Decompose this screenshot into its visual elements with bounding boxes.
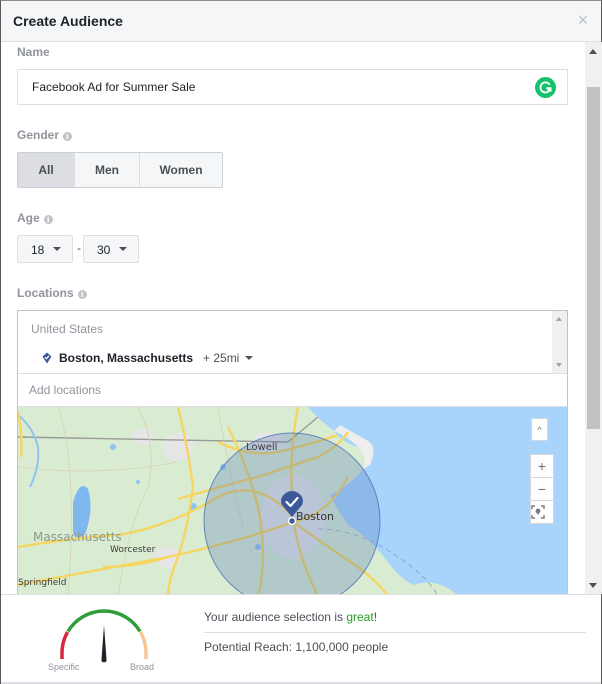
audience-status: Your audience selection is great! <box>204 610 377 624</box>
gender-option-women[interactable]: Women <box>140 153 222 187</box>
gender-label-text: Gender <box>17 128 60 142</box>
chevron-down-icon <box>53 247 61 251</box>
info-icon[interactable]: i <box>63 132 73 141</box>
gauge-broad-segment <box>138 631 148 659</box>
gender-selector: All Men Women <box>17 152 223 188</box>
age-max-select[interactable]: 30 <box>83 235 139 263</box>
gender-option-all[interactable]: All <box>18 153 75 187</box>
dialog-body: Name Genderi All Men Women Agei 18 <box>1 42 585 594</box>
map-label-springfield: Springfield <box>18 578 67 588</box>
gauge-needle <box>101 625 107 663</box>
recenter-icon <box>531 505 545 519</box>
gauge-broad-label: Broad <box>130 662 155 672</box>
chevron-down-icon <box>119 247 127 251</box>
status-word: great <box>346 610 374 624</box>
location-radius-dropdown[interactable]: + 25mi <box>203 351 253 365</box>
create-audience-dialog: Create Audience × Name Genderi All Men W… <box>0 0 602 684</box>
gauge-specific-segment <box>60 631 70 659</box>
age-min-select[interactable]: 18 <box>17 235 73 263</box>
grammarly-icon[interactable] <box>535 77 556 98</box>
age-separator: - <box>77 241 81 255</box>
location-name: Boston, Massachusetts <box>59 351 194 365</box>
map-label-lowell: Lowell <box>246 442 278 453</box>
map-label-boston: Boston <box>296 510 335 523</box>
scroll-down-arrow-icon[interactable] <box>589 583 597 588</box>
locations-list-scrollbar[interactable] <box>552 311 567 373</box>
dialog-scrollbar[interactable] <box>585 42 602 594</box>
gender-option-men[interactable]: Men <box>75 153 140 187</box>
location-radius-value: + 25mi <box>203 351 240 365</box>
dialog-title: Create Audience <box>13 13 123 29</box>
potential-reach: Potential Reach: 1,100,000 people <box>204 640 389 654</box>
scrollbar-thumb[interactable] <box>587 87 600 429</box>
status-prefix: Your audience selection is <box>204 610 347 624</box>
age-max-value: 30 <box>97 243 111 257</box>
add-locations-field[interactable] <box>18 374 567 407</box>
map-label-massachusetts: Massachusetts <box>33 530 122 544</box>
name-label: Name <box>17 45 50 59</box>
audience-summary-footer: Specific Broad Your audience selection i… <box>1 594 601 684</box>
age-label: Age i <box>17 211 53 225</box>
close-icon[interactable]: × <box>575 11 591 29</box>
location-pin-icon <box>42 352 52 364</box>
add-locations-input[interactable] <box>18 374 567 406</box>
gender-label: Gender i <box>17 128 73 142</box>
map-recenter-button[interactable] <box>530 500 554 524</box>
info-icon[interactable]: i <box>77 290 87 299</box>
info-icon[interactable]: i <box>43 215 53 224</box>
map-canvas <box>18 407 567 594</box>
scroll-up-arrow-icon[interactable] <box>556 317 562 321</box>
map-zoom-in-button[interactable]: + <box>530 454 554 478</box>
map-collapse-button[interactable]: ^ <box>531 418 548 441</box>
locations-box: United States Boston, Massachusetts + 25… <box>17 310 568 594</box>
audience-name-input[interactable] <box>18 70 567 104</box>
location-country: United States <box>31 322 104 336</box>
scroll-up-arrow-icon[interactable] <box>589 49 597 54</box>
age-min-value: 18 <box>31 243 45 257</box>
locations-label-text: Locations <box>17 286 74 300</box>
map-label-worcester: Worcester <box>110 545 156 555</box>
map-zoom-out-button[interactable]: − <box>530 477 554 501</box>
status-suffix: ! <box>373 610 378 624</box>
footer-divider <box>204 632 586 633</box>
scroll-down-arrow-icon[interactable] <box>556 363 562 367</box>
audience-size-gauge <box>60 609 148 663</box>
selected-locations-list: United States Boston, Massachusetts + 25… <box>18 311 567 374</box>
dialog-header: Create Audience × <box>1 1 601 42</box>
age-label-text: Age <box>17 211 40 225</box>
chevron-down-icon <box>245 356 253 360</box>
gauge-specific-label: Specific <box>48 662 80 672</box>
locations-label: Locations i <box>17 286 87 300</box>
location-map[interactable]: Lowell Boston Massachusetts Worcester Sp… <box>18 407 567 594</box>
audience-name-field[interactable] <box>17 69 568 105</box>
